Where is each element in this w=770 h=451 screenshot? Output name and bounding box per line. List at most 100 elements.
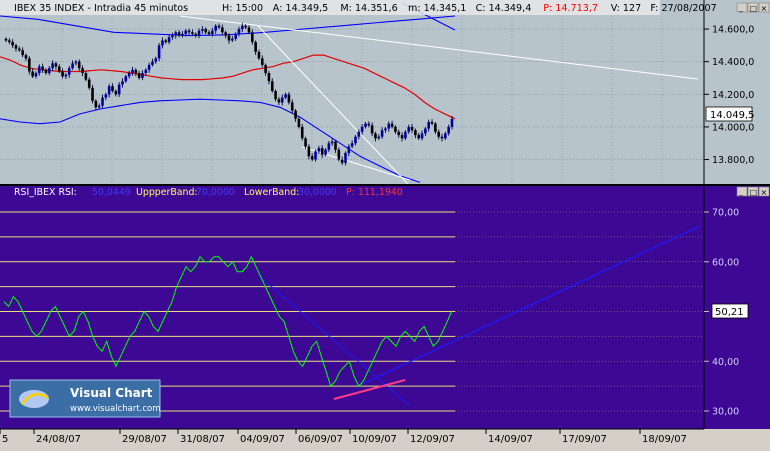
candle-body	[364, 123, 367, 127]
candle-body	[134, 69, 138, 74]
candle-body	[4, 38, 8, 41]
candle-body	[334, 141, 337, 150]
rsi-upper-band-label: UppperBand:	[136, 187, 198, 198]
candle-body	[444, 133, 447, 139]
candle-body	[24, 55, 28, 59]
candle-body	[337, 149, 341, 160]
candle-body	[144, 69, 148, 74]
candle-body	[67, 68, 71, 75]
x-tick-label-0: 5	[2, 434, 8, 445]
candle-body	[247, 27, 251, 33]
candle-body	[257, 51, 261, 59]
candle-body	[414, 130, 417, 136]
price-panel-background	[0, 0, 704, 184]
candle-body	[57, 66, 61, 72]
candle-body	[27, 58, 31, 72]
candle-body	[294, 110, 297, 119]
price-field-5: P: 14.713,7	[543, 3, 598, 14]
candle-body	[81, 68, 84, 74]
rsi-lower-band-label: LowerBand:	[244, 187, 299, 198]
price-tick-label-1: 14.000,0	[712, 122, 754, 133]
rsi-window-buttons[interactable]: _ □ ×	[736, 186, 770, 197]
candle-body	[107, 86, 111, 95]
candle-body	[187, 30, 191, 33]
candle-body	[370, 125, 374, 134]
candle-body	[94, 100, 98, 108]
x-tick-label-8: 14/09/07	[488, 434, 533, 445]
candle-body	[21, 50, 24, 56]
candle-body	[344, 153, 347, 163]
price-panel-title: IBEX 35 INDEX - Intradia 45 minutos	[14, 3, 188, 14]
candle-body	[18, 48, 21, 51]
candle-body	[104, 94, 108, 98]
x-tick-label-7: 12/09/07	[410, 434, 455, 445]
candle-body	[241, 25, 244, 30]
candle-body	[340, 159, 344, 163]
price-window-buttons[interactable]: _ □ ×	[736, 2, 770, 13]
candle-body	[44, 69, 48, 74]
candle-body	[447, 126, 450, 134]
price-field-3: m: 14.345,1	[408, 3, 466, 14]
rsi-title: RSI_IBEX RSI:	[14, 187, 77, 198]
candle-body	[407, 126, 411, 132]
candle-body	[390, 123, 394, 127]
candle-body	[174, 32, 178, 36]
candle-body	[354, 136, 357, 144]
candle-body	[300, 126, 304, 139]
candle-body	[157, 45, 161, 59]
candle-body	[297, 118, 301, 127]
candle-body	[267, 73, 271, 82]
candle-body	[201, 29, 204, 31]
candle-body	[147, 64, 151, 70]
candle-body	[317, 148, 321, 152]
rsi-p-value: 111,1940	[358, 187, 403, 198]
candle-body	[347, 146, 351, 154]
candle-body	[310, 156, 314, 160]
candle-body	[277, 99, 281, 103]
candle-body	[374, 133, 377, 139]
candle-body	[260, 58, 264, 65]
candle-body	[137, 73, 141, 78]
candle-body	[450, 118, 454, 127]
watermark-brand: Visual Chart	[70, 386, 153, 400]
candle-body	[31, 71, 34, 77]
x-tick-label-5: 06/09/07	[298, 434, 343, 445]
rsi-tick-label-4: 70,00	[712, 208, 739, 219]
candle-body	[164, 40, 168, 43]
candle-body	[227, 35, 231, 41]
candle-body	[350, 143, 354, 147]
candle-body	[400, 135, 404, 139]
candle-body	[284, 94, 287, 98]
candle-body	[47, 68, 51, 74]
candle-body	[357, 131, 361, 137]
rsi-tick-label-3: 60,00	[712, 257, 739, 268]
candle-body	[77, 61, 81, 69]
candle-body	[207, 32, 211, 34]
candle-body	[424, 128, 427, 134]
visual-chart-logo-icon	[19, 390, 49, 408]
candle-body	[327, 143, 331, 150]
price-last-value-tag: 14.049,5	[705, 106, 755, 122]
candle-body	[324, 149, 327, 155]
candle-body	[397, 131, 401, 136]
x-tick-label-4: 04/09/07	[240, 434, 285, 445]
candle-body	[211, 30, 214, 34]
candle-body	[74, 61, 78, 64]
rsi-close-icon: ×	[761, 188, 768, 197]
candle-body	[377, 136, 381, 139]
maximize-icon: □	[750, 4, 758, 13]
rsi-lower-band-value: 30,0000	[298, 187, 337, 198]
candle-body	[367, 123, 371, 126]
price-field-6: V: 127	[611, 3, 641, 14]
candle-body	[127, 73, 131, 77]
candle-body	[194, 33, 198, 36]
candle-body	[320, 148, 324, 155]
candle-body	[37, 66, 41, 74]
candle-body	[384, 128, 387, 131]
candle-body	[124, 76, 128, 82]
price-field-0: H: 15:00	[222, 3, 263, 14]
candle-body	[380, 130, 384, 137]
candle-body	[121, 81, 124, 85]
candle-body	[404, 131, 407, 139]
candle-body	[250, 32, 254, 43]
